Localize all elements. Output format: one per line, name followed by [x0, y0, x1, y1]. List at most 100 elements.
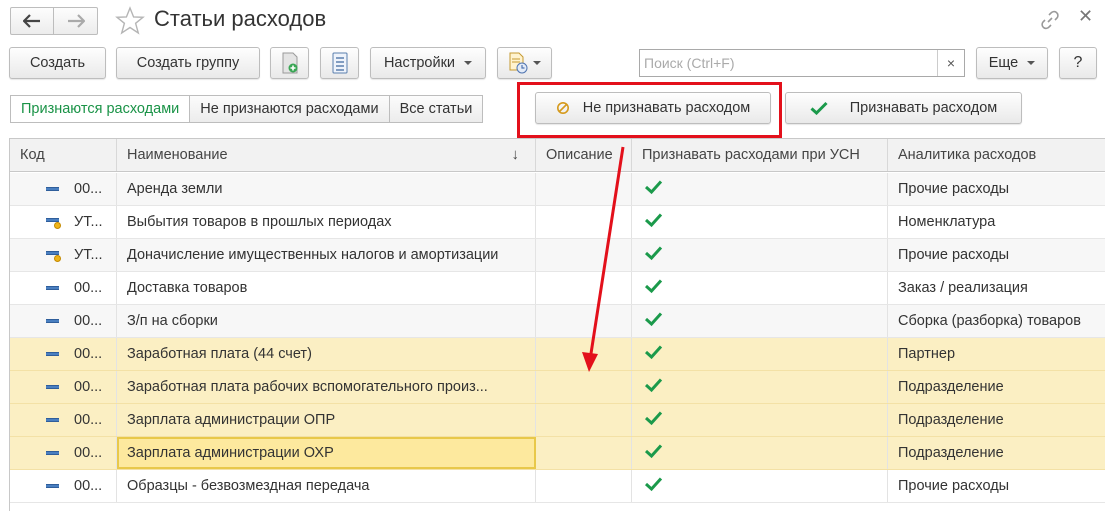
cell-name[interactable]: Заработная плата (44 счет) [117, 338, 536, 370]
close-icon[interactable]: ✕ [1078, 6, 1093, 27]
checkmark-icon [644, 345, 663, 360]
search-box: × [639, 49, 965, 77]
checkmark-icon [644, 378, 663, 393]
table-row[interactable]: УТ... Доначисление имущественных налогов … [10, 239, 1105, 272]
code-text: 00... [74, 313, 103, 329]
cell-name[interactable]: З/п на сборки [117, 305, 536, 337]
cell-recognize-usn [632, 239, 888, 271]
cell-description [536, 173, 632, 205]
code-text: 00... [74, 445, 103, 461]
tab-not-recognized[interactable]: Не признаются расходами [190, 96, 390, 122]
table-row[interactable]: 00... Зарплата администрации ОХР Подраздел… [10, 437, 1105, 470]
column-name[interactable]: Наименование ↓ [117, 139, 536, 171]
cell-recognize-usn [632, 338, 888, 370]
checkmark-icon [644, 444, 663, 459]
code-text: 00... [74, 412, 103, 428]
cell-analytics: Сборка (разборка) товаров [898, 313, 1081, 329]
cell-analytics: Подразделение [898, 445, 1004, 461]
copy-button[interactable] [270, 47, 309, 79]
forward-button[interactable] [54, 7, 98, 35]
column-recognize-usn[interactable]: Признавать расходами при УСН [632, 139, 888, 171]
cell-description [536, 404, 632, 436]
recognize-label: Признавать расходом [849, 100, 998, 116]
table-row[interactable]: 00... Доставка товаров Заказ / реализация [10, 272, 1105, 305]
cell-code: УТ... [10, 239, 117, 271]
list-view-button[interactable] [320, 47, 359, 79]
tab-all[interactable]: Все статьи [389, 96, 483, 122]
chevron-down-icon [1027, 61, 1036, 65]
cell-recognize-usn [632, 404, 888, 436]
tab-recognized[interactable]: Признаются расходами [11, 96, 191, 122]
table-row[interactable]: 00... Заработная плата (44 счет) Партнер [10, 338, 1105, 371]
clear-search-button[interactable]: × [937, 50, 964, 76]
recognize-button[interactable]: Признавать расходом [785, 92, 1022, 124]
cell-name[interactable]: Зарплата администрации ОПР [117, 404, 536, 436]
table-header: Код Наименование ↓ Описание Признавать р… [10, 138, 1105, 172]
filter-tabs: Признаются расходами Не признаются расхо… [10, 95, 484, 123]
back-button[interactable] [10, 7, 54, 35]
cell-recognize-usn [632, 173, 888, 205]
cell-name[interactable]: Доставка товаров [117, 272, 536, 304]
chevron-down-icon [464, 61, 473, 65]
cell-code: УТ... [10, 206, 117, 238]
checkmark-icon [644, 246, 663, 261]
column-analytics[interactable]: Аналитика расходов [888, 139, 1105, 171]
cell-name[interactable]: Аренда земли [117, 173, 536, 205]
code-text: 00... [74, 346, 103, 362]
column-code[interactable]: Код [10, 139, 117, 171]
reports-dropdown[interactable] [497, 47, 552, 79]
checkmark-icon [644, 312, 663, 327]
cell-analytics: Номенклатура [898, 214, 996, 230]
checkmark-icon [644, 213, 663, 228]
cell-description [536, 437, 632, 469]
checkmark-icon [644, 180, 663, 195]
cell-recognize-usn [632, 272, 888, 304]
page-title: Статьи расходов [154, 6, 327, 31]
table-row[interactable]: УТ... Выбытия товаров в прошлых периодах Н… [10, 206, 1105, 239]
code-text: 00... [74, 379, 103, 395]
report-clock-icon [509, 52, 528, 74]
settings-dropdown[interactable]: Настройки [370, 47, 486, 79]
cell-name[interactable]: Зарплата администрации ОХР [117, 437, 536, 469]
cell-analytics: Подразделение [898, 379, 1004, 395]
table-row[interactable]: 00... Зарплата администрации ОПР Подраздел… [10, 404, 1105, 437]
cell-name[interactable]: Доначисление имущественных налогов и амо… [117, 239, 536, 271]
cell-code: 00... [10, 338, 117, 370]
annotation-highlight-box [517, 82, 782, 138]
cell-analytics: Подразделение [898, 412, 1004, 428]
favorite-star-icon[interactable] [115, 6, 145, 36]
cell-name[interactable]: Образцы - безвозмездная передача [117, 470, 536, 502]
code-text: 00... [74, 181, 103, 197]
cell-analytics: Партнер [898, 346, 956, 362]
arrow-right-icon [67, 14, 85, 28]
cell-recognize-usn [632, 470, 888, 502]
cell-name[interactable]: Выбытия товаров в прошлых периодах [117, 206, 536, 238]
expense-items-table: Код Наименование ↓ Описание Признавать р… [9, 138, 1105, 511]
cell-code: 00... [10, 305, 117, 337]
table-row[interactable]: 00... З/п на сборки Сборка (разборка) това… [10, 305, 1105, 338]
create-button[interactable]: Создать [9, 47, 106, 79]
search-input[interactable] [640, 50, 930, 76]
create-group-button[interactable]: Создать группу [116, 47, 260, 79]
chevron-down-icon [533, 61, 541, 65]
cell-analytics: Заказ / реализация [898, 280, 1028, 296]
cell-recognize-usn [632, 371, 888, 403]
cell-recognize-usn [632, 206, 888, 238]
cell-description [536, 305, 632, 337]
column-description[interactable]: Описание [536, 139, 632, 171]
code-text: УТ... [74, 214, 103, 230]
checkmark-icon [810, 101, 828, 115]
table-row[interactable]: 00... Заработная плата рабочих вспомогате… [10, 371, 1105, 404]
link-icon[interactable] [1040, 10, 1060, 30]
cell-analytics: Прочие расходы [898, 247, 1010, 263]
table-row[interactable]: 00... Образцы - безвозмездная передача Про… [10, 470, 1105, 503]
cell-code: 00... [10, 437, 117, 469]
cell-description [536, 470, 632, 502]
list-icon [332, 52, 347, 74]
settings-label: Настройки [383, 55, 456, 71]
cell-code: 00... [10, 371, 117, 403]
table-row[interactable]: 00... Аренда земли Прочие расходы [10, 173, 1105, 206]
more-dropdown[interactable]: Еще [976, 47, 1048, 79]
help-button[interactable]: ? [1059, 47, 1097, 79]
cell-name[interactable]: Заработная плата рабочих вспомогательног… [117, 371, 536, 403]
